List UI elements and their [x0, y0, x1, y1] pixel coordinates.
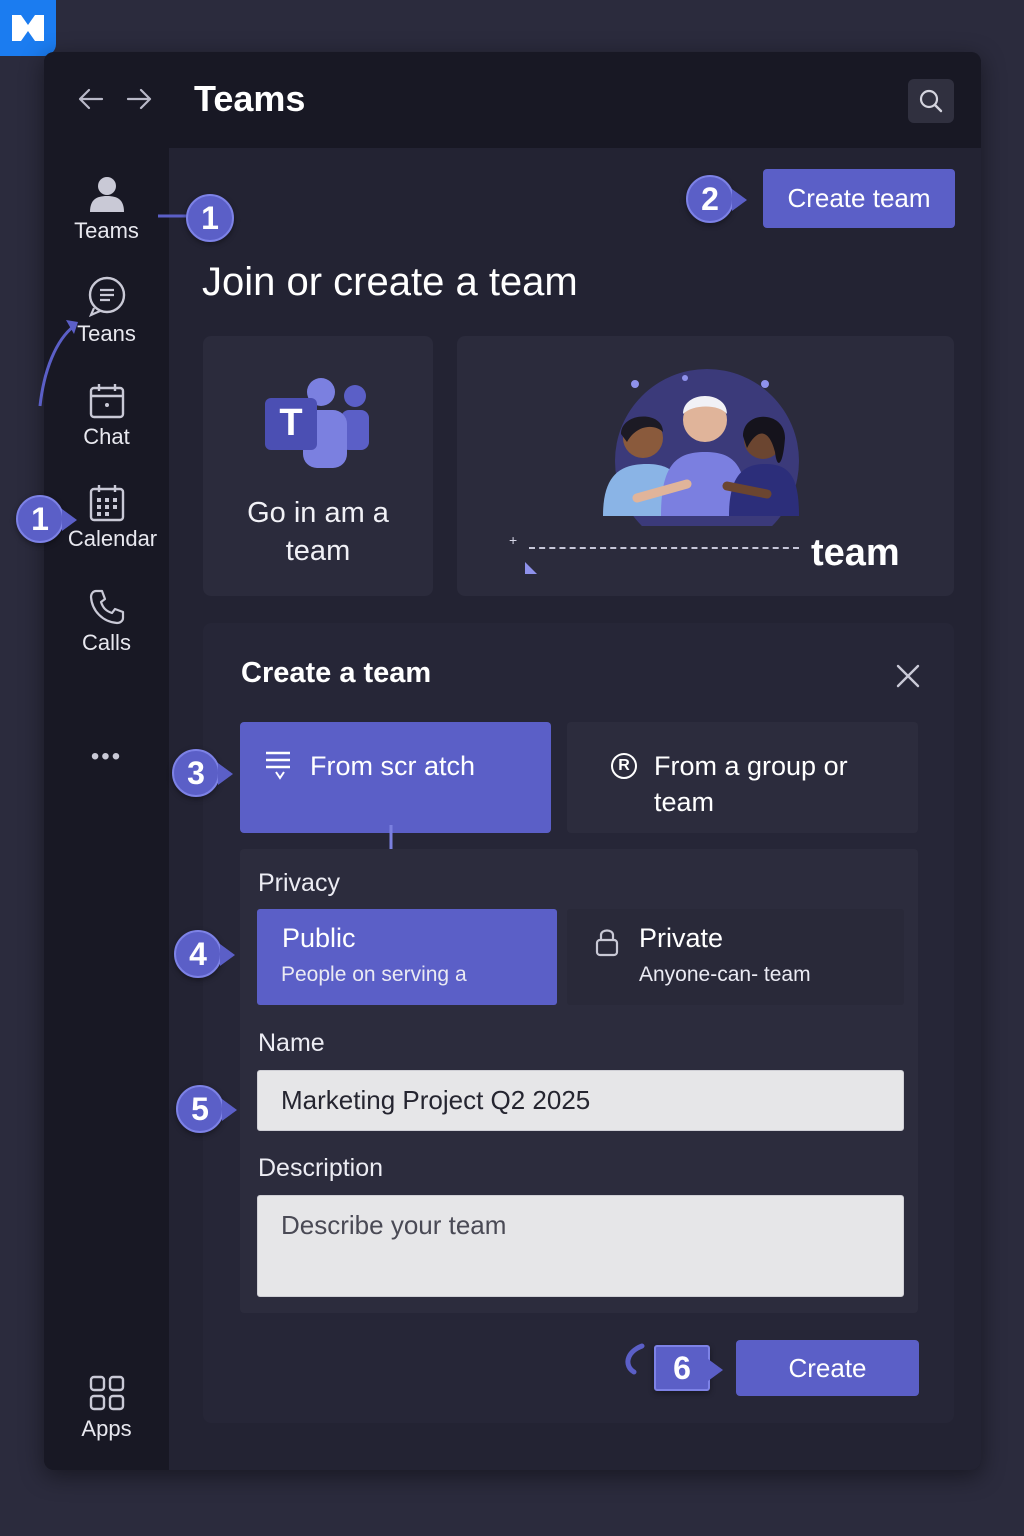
app-rail: Teams Teans Chat Calendar Calls ••• Apps: [44, 148, 169, 1470]
rail-label: Chat: [83, 424, 130, 449]
close-icon: [896, 664, 920, 688]
search-button[interactable]: [908, 79, 954, 123]
option-label-line: From a group or: [654, 751, 848, 781]
create-team-button[interactable]: Create team: [763, 169, 955, 228]
forward-arrow-icon[interactable]: [122, 82, 156, 116]
panel-title: Create a team: [241, 657, 432, 689]
create-button[interactable]: Create: [736, 1340, 919, 1396]
privacy-title: Private: [639, 923, 724, 953]
phone-icon: [44, 582, 169, 626]
rail-label: Teams: [74, 218, 139, 243]
rail-item-teans[interactable]: Teans: [44, 273, 169, 347]
rail-label: Teans: [77, 321, 136, 346]
team-description-input[interactable]: [257, 1195, 904, 1297]
privacy-subtitle: Anyone-can- team: [639, 963, 811, 986]
calendar-small-icon: [44, 376, 169, 420]
rail-item-calendar[interactable]: Calendar: [44, 478, 169, 552]
cursor-icon: [525, 562, 537, 574]
rail-item-calls[interactable]: Calls: [44, 582, 169, 656]
dashed-line: [529, 547, 799, 549]
chat-bubble-icon: [44, 273, 169, 317]
team-illustration: [603, 369, 799, 526]
lock-icon: [595, 929, 619, 957]
close-button[interactable]: [891, 659, 925, 693]
rail-item-apps[interactable]: Apps: [44, 1368, 169, 1442]
create-team-panel: Create a team From scr atch R From a gro…: [203, 623, 954, 1423]
teams-window: Teams Teams Teans Chat Calendar Calls ••…: [44, 52, 981, 1470]
privacy-public-option[interactable]: Public People on serving a: [257, 909, 557, 1005]
from-scratch-option[interactable]: From scr atch: [240, 722, 551, 833]
rail-label: Apps: [81, 1416, 132, 1441]
name-label: Name: [258, 1029, 325, 1057]
team-form: Privacy Public People on serving a Priva…: [240, 849, 918, 1313]
rail-item-teams[interactable]: Teams: [44, 170, 169, 244]
calendar-grid-icon: [44, 478, 169, 522]
teams-logo-letter: T: [279, 402, 303, 444]
hero-illustration-card: + team: [457, 336, 954, 596]
page-heading: Join or create a team: [202, 260, 578, 304]
join-card-text: Go in am a team: [203, 494, 433, 570]
search-icon: [919, 89, 943, 113]
more-icon[interactable]: •••: [44, 743, 169, 771]
apps-grid-icon: [44, 1368, 169, 1412]
join-card-line: team: [285, 535, 351, 567]
hero-caption: team: [811, 532, 900, 574]
main-content: Create team Join or create a team T Go i…: [169, 148, 981, 1470]
option-label: From scr atch: [310, 751, 476, 781]
privacy-title: Public: [282, 923, 356, 953]
app-logo-icon: [0, 0, 56, 56]
rail-label: Calendar: [67, 526, 158, 551]
rail-label: Calls: [82, 630, 131, 655]
person-icon: [44, 170, 169, 214]
sparkle-icon: +: [509, 532, 518, 548]
window-title: Teams: [194, 78, 306, 119]
registered-glyph: R: [618, 757, 630, 774]
registered-circle-icon: R: [611, 753, 637, 779]
privacy-label: Privacy: [258, 869, 340, 897]
join-team-card[interactable]: T Go in am a team: [203, 336, 433, 596]
privacy-subtitle: People on serving a: [281, 963, 467, 986]
description-label: Description: [258, 1154, 384, 1182]
option-label: From a group or team: [654, 748, 848, 820]
option-label-line: team: [654, 787, 715, 817]
rail-item-chat[interactable]: Chat: [44, 376, 169, 450]
from-group-option[interactable]: R From a group or team: [567, 722, 918, 833]
back-arrow-icon[interactable]: [74, 82, 108, 116]
team-name-input[interactable]: [257, 1070, 904, 1131]
privacy-private-option[interactable]: Private Anyone-can- team: [567, 909, 904, 1005]
list-icon: [266, 751, 290, 780]
join-card-line: Go in am a: [247, 497, 389, 529]
title-bar: Teams: [44, 52, 981, 148]
